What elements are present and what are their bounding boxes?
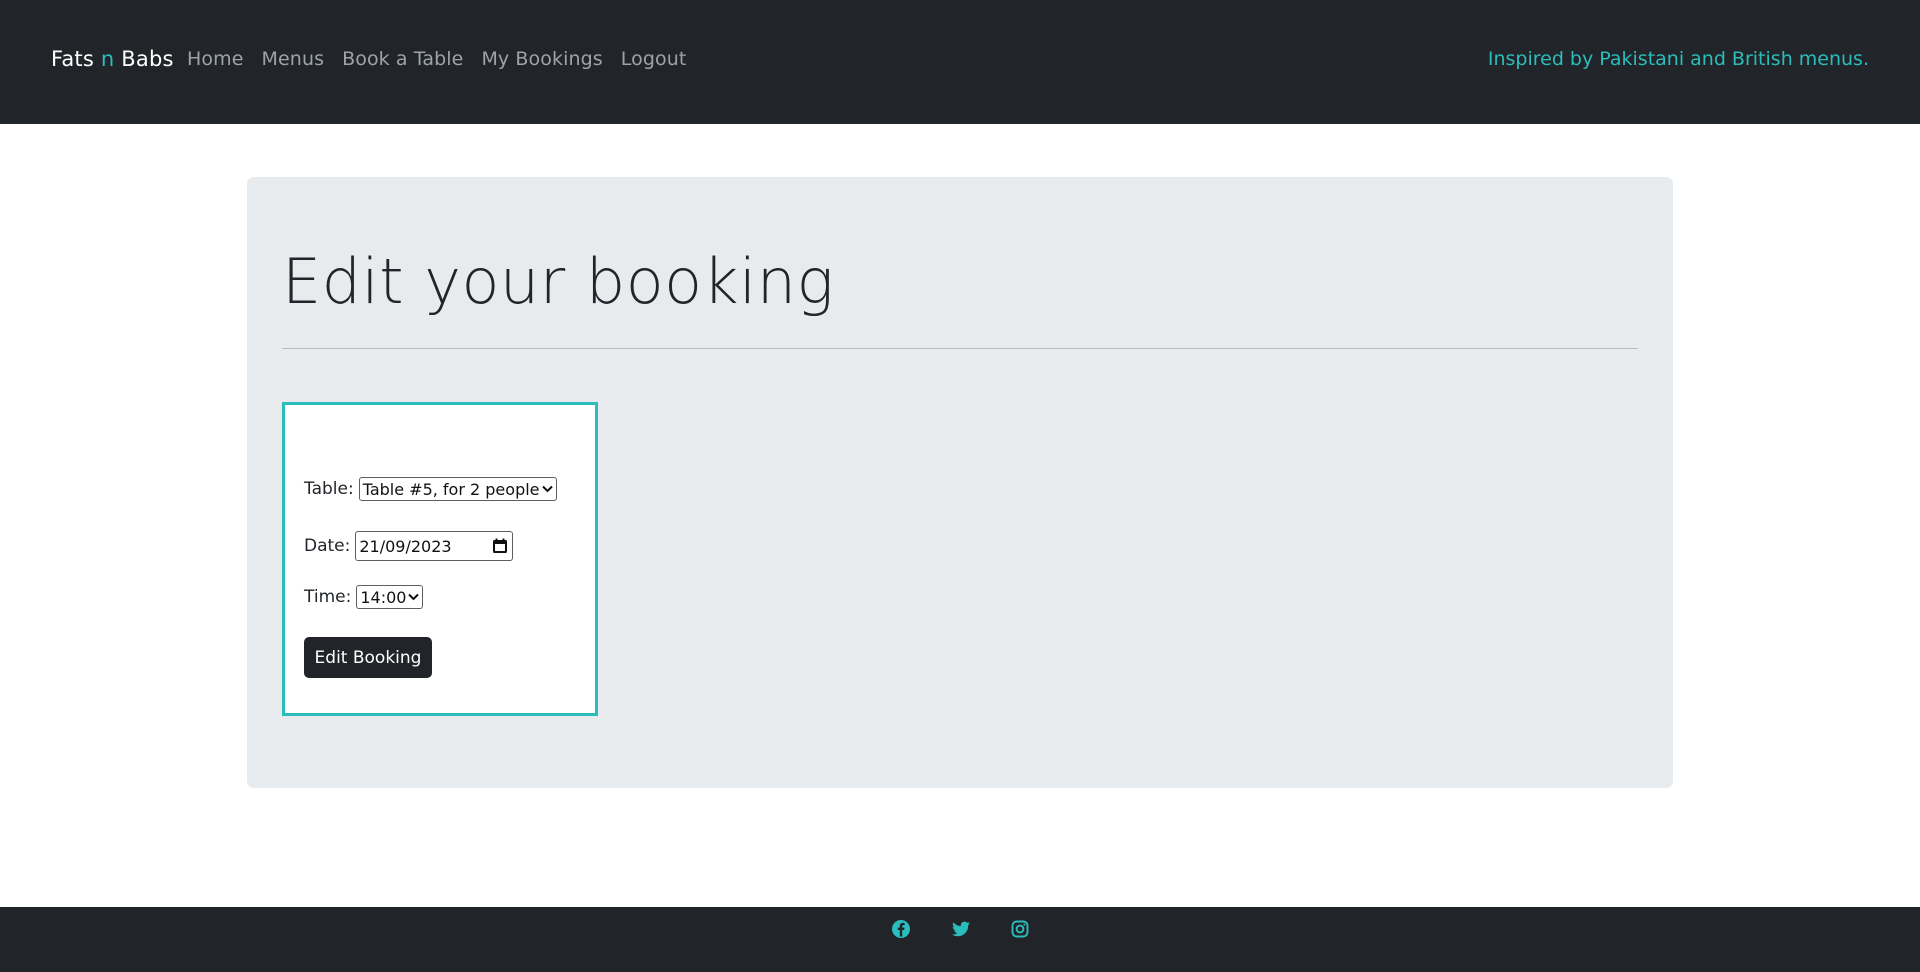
nav-tagline: Inspired by Pakistani and British menus. xyxy=(1487,48,1869,70)
brand-text-accent: n xyxy=(100,47,115,71)
table-select-value: Table #5, for 2 people xyxy=(362,479,540,499)
chevron-down-icon xyxy=(541,483,553,496)
edit-booking-button[interactable]: Edit Booking xyxy=(304,637,432,678)
time-select-value: 14:00 xyxy=(360,587,407,607)
nav-link-book-table[interactable]: Book a Table xyxy=(342,48,463,70)
calendar-icon[interactable] xyxy=(492,538,508,554)
time-row: Time: 14:00 xyxy=(304,585,424,609)
chevron-down-icon xyxy=(408,591,420,604)
main-panel: Edit your booking Table: Table #5, for 2… xyxy=(247,177,1673,788)
time-select[interactable]: 14:00 xyxy=(356,585,424,609)
instagram-icon[interactable] xyxy=(1010,919,1030,939)
brand-logo[interactable]: Fats n Babs xyxy=(51,47,174,71)
date-input-value: 21/09/2023 xyxy=(359,536,452,556)
nav-link-home[interactable]: Home xyxy=(187,48,244,70)
table-label: Table: xyxy=(304,479,354,499)
nav-link-logout[interactable]: Logout xyxy=(621,48,687,70)
date-input[interactable]: 21/09/2023 xyxy=(355,531,514,561)
date-label: Date: xyxy=(304,536,351,556)
title-divider xyxy=(282,348,1638,349)
navbar: Fats n Babs Home Menus Book a Table My B… xyxy=(0,0,1920,124)
footer xyxy=(0,907,1920,972)
date-row: Date: 21/09/2023 xyxy=(304,531,514,561)
table-select[interactable]: Table #5, for 2 people xyxy=(358,477,557,501)
facebook-icon[interactable] xyxy=(891,919,911,939)
twitter-icon[interactable] xyxy=(951,919,971,939)
page-title: Edit your booking xyxy=(282,245,835,318)
time-label: Time: xyxy=(304,587,352,607)
nav-link-my-bookings[interactable]: My Bookings xyxy=(481,48,602,70)
nav-link-menus[interactable]: Menus xyxy=(262,48,325,70)
brand-text-part2: Babs xyxy=(114,47,174,71)
brand-text-part1: Fats xyxy=(51,47,101,71)
edit-booking-form: Table: Table #5, for 2 people Date: 21/0… xyxy=(282,402,598,716)
nav-links: Home Menus Book a Table My Bookings Logo… xyxy=(187,48,704,70)
table-row: Table: Table #5, for 2 people xyxy=(304,477,557,501)
